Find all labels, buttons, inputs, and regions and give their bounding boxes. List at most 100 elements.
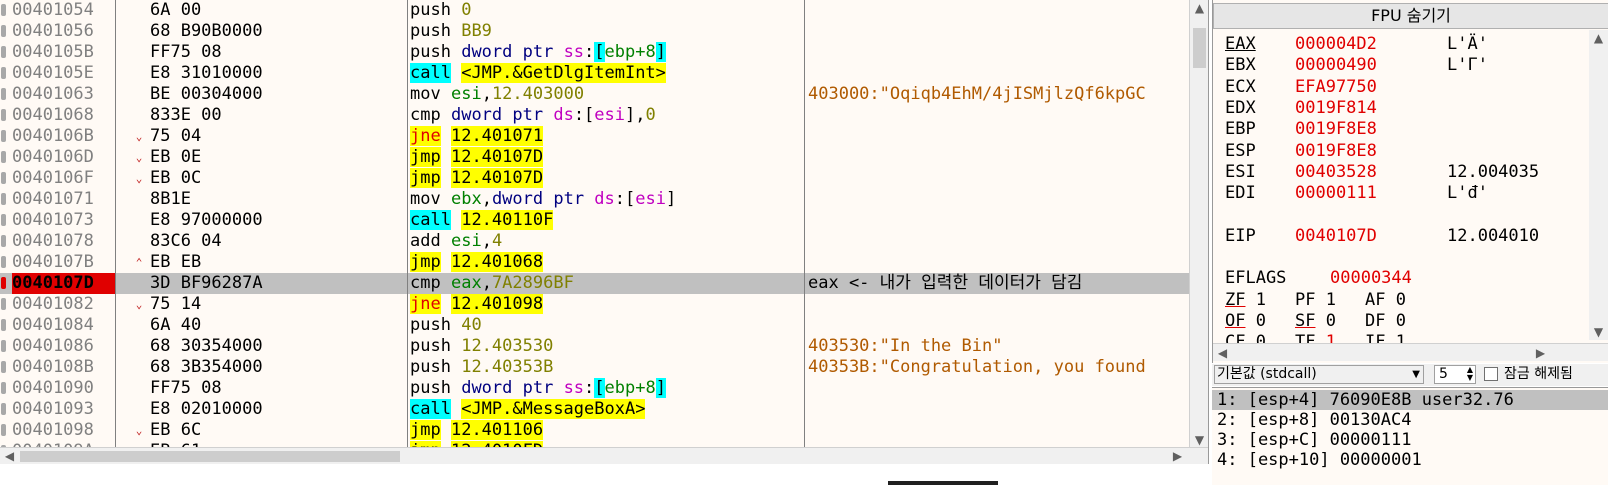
- breakpoint-gutter[interactable]: [0, 420, 10, 441]
- breakpoint-gutter[interactable]: [0, 168, 10, 189]
- register-row-eflags[interactable]: EFLAGS 00000344: [1225, 268, 1608, 289]
- register-row[interactable]: ESI 00403528 12.004035: [1225, 162, 1608, 183]
- breakpoint-gutter[interactable]: [0, 336, 10, 357]
- disasm-vertical-scrollbar[interactable]: ▲ ▼: [1189, 0, 1208, 450]
- register-value[interactable]: 00403528: [1295, 162, 1377, 183]
- stack-argument-row[interactable]: 2: [esp+8] 00130AC4: [1217, 410, 1411, 430]
- breakpoint-gutter[interactable]: [0, 21, 10, 42]
- breakpoint-gutter[interactable]: [0, 147, 10, 168]
- spinner-arrows-icon[interactable]: ▲ ▼: [1467, 366, 1473, 382]
- scroll-up-icon[interactable]: ▲: [1589, 30, 1608, 46]
- stack-argument-row[interactable]: 4: [esp+10] 00000001: [1217, 450, 1422, 470]
- breakpoint-gutter[interactable]: [0, 0, 10, 21]
- register-value[interactable]: 0019F814: [1295, 98, 1377, 119]
- breakpoint-gutter[interactable]: [0, 399, 10, 420]
- register-value[interactable]: 0040107D: [1295, 226, 1377, 247]
- stack-arguments-pane[interactable]: 1: [esp+4] 76090E8B user32.76 2: [esp+8] …: [1212, 387, 1608, 485]
- lock-checkbox[interactable]: [1484, 367, 1498, 381]
- disasm-row[interactable]: 00401071 8B1E mov ebx,dword ptr ds:[esi]: [0, 189, 1190, 210]
- breakpoint-gutter[interactable]: [0, 63, 10, 84]
- disasm-row[interactable]: 0040106D ⌄ EB 0E jmp 12.40107D: [0, 147, 1190, 168]
- flag-zf[interactable]: ZF 1: [1225, 290, 1266, 311]
- flag-df[interactable]: DF 0: [1365, 311, 1406, 332]
- breakpoint-gutter[interactable]: [0, 42, 10, 63]
- register-row[interactable]: ESP 0019F8E8: [1225, 141, 1608, 162]
- register-value[interactable]: 00000111: [1295, 183, 1377, 204]
- registers-horizontal-scrollbar[interactable]: ◀ ▶: [1213, 343, 1608, 361]
- disasm-row[interactable]: 0040107B ⌃ EB EB jmp 12.401068: [0, 252, 1190, 273]
- register-row-eip[interactable]: EIP 0040107D 12.004010: [1225, 226, 1608, 247]
- disasm-row[interactable]: 00401098 ⌄ EB 6C jmp 12.401106: [0, 420, 1190, 441]
- register-value[interactable]: 00000490: [1295, 55, 1377, 76]
- scroll-left-icon[interactable]: ◀: [1213, 345, 1232, 361]
- disasm-row[interactable]: 00401090 FF75 08 push dword ptr ss:[ebp+8]: [0, 378, 1190, 399]
- disasm-row[interactable]: 0040108B 68 3B354000 push 12.40353B 40353B:…: [0, 357, 1190, 378]
- flag-of[interactable]: OF 0: [1225, 311, 1266, 332]
- register-row[interactable]: ECX EFA97750: [1225, 77, 1608, 98]
- disasm-row[interactable]: 00401054 6A 00 push 0: [0, 0, 1190, 21]
- flag-sf[interactable]: SF 0: [1295, 311, 1336, 332]
- disasm-row[interactable]: 0040105E E8 31010000 call <JMP.&GetDlgItem…: [0, 63, 1190, 84]
- disassembly-pane[interactable]: 00401054 6A 00 push 0 00401056 68 B90B0000 pu…: [0, 0, 1209, 464]
- register-value[interactable]: 000004D2: [1295, 34, 1377, 55]
- breakpoint-gutter[interactable]: [0, 105, 10, 126]
- breakpoint-gutter[interactable]: [0, 357, 10, 378]
- register-value[interactable]: EFA97750: [1295, 77, 1377, 98]
- instruction-operand: ],: [625, 105, 646, 125]
- stack-argument-row[interactable]: 3: [esp+C] 00000111: [1217, 430, 1411, 450]
- disasm-row[interactable]: 0040105B FF75 08 push dword ptr ss:[ebp+8]: [0, 42, 1190, 63]
- calling-convention-select[interactable]: 기본값 (stdcall) ▼: [1214, 365, 1424, 384]
- disasm-row[interactable]: 00401082 ⌄ 75 14 jne 12.401098: [0, 294, 1190, 315]
- scroll-thumb[interactable]: [1193, 28, 1206, 68]
- disasm-row[interactable]: 00401084 6A 40 push 40: [0, 315, 1190, 336]
- register-row[interactable]: EDX 0019F814: [1225, 98, 1608, 119]
- register-value[interactable]: 00000344: [1330, 268, 1412, 289]
- breakpoint-gutter[interactable]: [0, 378, 10, 399]
- breakpoint-gutter[interactable]: [0, 210, 10, 231]
- scroll-down-icon[interactable]: ▼: [1190, 432, 1208, 448]
- scroll-left-icon[interactable]: ◀: [0, 448, 19, 464]
- breakpoint-gutter[interactable]: [0, 231, 10, 252]
- register-value[interactable]: 0019F8E8: [1295, 141, 1377, 162]
- disasm-row[interactable]: 0040107D 3D BF96287A cmp eax,7A2896BF eax <…: [0, 273, 1190, 294]
- scroll-down-icon[interactable]: ▼: [1589, 324, 1608, 340]
- disasm-row[interactable]: 00401073 E8 97000000 call 12.40110F: [0, 210, 1190, 231]
- fpu-hide-toggle[interactable]: FPU 숨기기: [1213, 3, 1608, 29]
- breakpoint-gutter[interactable]: [0, 84, 10, 105]
- disasm-row[interactable]: 0040106F ⌄ EB 0C jmp 12.40107D: [0, 168, 1190, 189]
- disasm-row[interactable]: 00401056 68 B90B0000 push BB9: [0, 21, 1190, 42]
- chevron-down-icon[interactable]: ▼: [1412, 366, 1420, 383]
- disasm-horizontal-scrollbar[interactable]: ◀ ▶: [0, 447, 1208, 464]
- argument-count-spinner[interactable]: 5 ▲ ▼: [1434, 365, 1476, 384]
- breakpoint-gutter[interactable]: [0, 126, 10, 147]
- row-instruction: push 40: [410, 315, 802, 336]
- disasm-row[interactable]: 00401063 BE 00304000 mov esi,12.403000 4030…: [0, 84, 1190, 105]
- disasm-row[interactable]: 0040106B ⌄ 75 04 jne 12.401071: [0, 126, 1190, 147]
- breakpoint-gutter[interactable]: [0, 294, 10, 315]
- register-row[interactable]: EAX 000004D2 L'Ä': [1225, 34, 1608, 55]
- disasm-row[interactable]: 00401068 833E 00 cmp dword ptr ds:[esi],0: [0, 105, 1190, 126]
- jump-down-arrow-icon: [133, 0, 145, 21]
- disassembly-rows[interactable]: 00401054 6A 00 push 0 00401056 68 B90B0000 pu…: [0, 0, 1190, 450]
- scroll-right-icon[interactable]: ▶: [1531, 345, 1550, 361]
- disasm-row[interactable]: 00401086 68 30354000 push 12.403530 403530:…: [0, 336, 1190, 357]
- row-bytes: FF75 08: [150, 42, 222, 62]
- stack-argument-row[interactable]: 1: [esp+4] 76090E8B user32.76: [1212, 390, 1608, 410]
- flag-af[interactable]: AF 0: [1365, 290, 1406, 311]
- breakpoint-gutter[interactable]: [0, 189, 10, 210]
- registers-panel[interactable]: FPU 숨기기 EAX 000004D2 L'Ä' EBX 00000490 L'Γ' EC…: [1212, 0, 1608, 363]
- register-row[interactable]: EDI 00000111 L'đ': [1225, 183, 1608, 204]
- breakpoint-gutter[interactable]: [0, 252, 10, 273]
- register-row[interactable]: EBX 00000490 L'Γ': [1225, 55, 1608, 76]
- disasm-row[interactable]: 00401093 E8 02010000 call <JMP.&MessageBox…: [0, 399, 1190, 420]
- breakpoint-marker[interactable]: [0, 273, 10, 294]
- register-row[interactable]: EBP 0019F8E8: [1225, 119, 1608, 140]
- scroll-right-icon[interactable]: ▶: [1168, 448, 1187, 464]
- registers-vertical-scrollbar[interactable]: ▲ ▼: [1589, 30, 1608, 340]
- breakpoint-gutter[interactable]: [0, 315, 10, 336]
- scroll-up-icon[interactable]: ▲: [1190, 0, 1208, 16]
- register-value[interactable]: 0019F8E8: [1295, 119, 1377, 140]
- flag-pf[interactable]: PF 1: [1295, 290, 1336, 311]
- disasm-row[interactable]: 00401078 83C6 04 add esi,4: [0, 231, 1190, 252]
- scroll-thumb[interactable]: [20, 451, 400, 462]
